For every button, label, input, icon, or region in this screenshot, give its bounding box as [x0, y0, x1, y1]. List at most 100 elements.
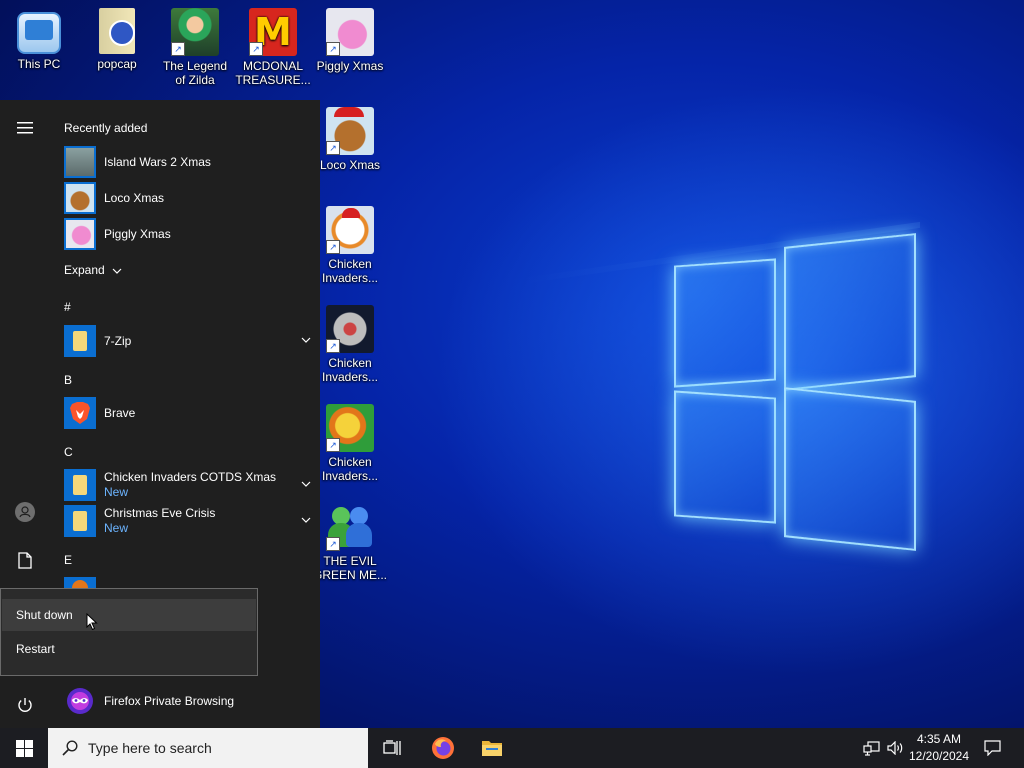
game-icon: ↗: [171, 8, 219, 56]
clock-date: 12/20/2024: [908, 749, 970, 763]
search-icon: [62, 740, 78, 756]
loco-xmas-icon: [64, 182, 96, 214]
shortcut-arrow-icon: ↗: [326, 438, 340, 452]
chevron-down-icon[interactable]: [300, 514, 312, 526]
chevron-down-icon: [112, 268, 122, 274]
desktop-icon-evil-green-me[interactable]: ↗ THE EVIL GREEN ME...: [312, 503, 388, 582]
app-item-label: Chicken Invaders COTDS Xmas: [104, 470, 277, 484]
game-icon: ↗: [326, 305, 374, 353]
desktop-icon-label: Piggly Xmas: [316, 59, 384, 73]
desktop-icon-label: Chicken Invaders...: [321, 257, 379, 285]
task-view-icon: [383, 740, 401, 755]
piggly-xmas-icon: [64, 218, 96, 250]
firefox-taskbar-button[interactable]: [422, 728, 464, 768]
app-item-label: Island Wars 2 Xmas: [104, 154, 211, 169]
taskbar-clock[interactable]: 4:35 AM 12/20/2024: [904, 731, 974, 765]
folder-icon: [64, 505, 96, 537]
desktop-icon-chicken-invaders-1[interactable]: ↗ Chicken Invaders...: [312, 206, 388, 285]
folder-icon: [64, 325, 96, 357]
user-account-button[interactable]: [0, 492, 50, 532]
app-item-label: Piggly Xmas: [104, 226, 171, 241]
chevron-down-icon[interactable]: [300, 334, 312, 346]
action-center-button[interactable]: [978, 728, 1006, 768]
game-icon: ↗: [326, 206, 374, 254]
new-badge: New: [104, 521, 129, 535]
network-icon: [862, 740, 880, 756]
shortcut-arrow-icon: ↗: [326, 141, 340, 155]
shortcut-arrow-icon: ↗: [326, 537, 340, 551]
shortcut-arrow-icon: ↗: [326, 240, 340, 254]
app-item-chicken-invaders-cotds[interactable]: Chicken Invaders COTDS Xmas New: [64, 468, 311, 502]
shortcut-arrow-icon: ↗: [326, 42, 340, 56]
island-wars-icon: [64, 146, 96, 178]
desktop-icon-label: THE EVIL GREEN ME...: [312, 554, 387, 582]
desktop-icon-legend-of-zilda[interactable]: ↗ The Legend of Zilda: [157, 8, 233, 87]
file-explorer-button[interactable]: [472, 728, 512, 768]
section-header-c[interactable]: C: [64, 445, 73, 459]
desktop-icon-label: Chicken Invaders...: [321, 455, 379, 483]
desktop-icon-loco-xmas[interactable]: ↗ Loco Xmas: [312, 107, 388, 172]
game-icon: ↗: [326, 107, 374, 155]
app-item-7zip[interactable]: 7-Zip: [64, 324, 311, 358]
shutdown-menu-item[interactable]: Shut down: [2, 599, 256, 631]
documents-button[interactable]: [0, 540, 50, 580]
app-item-label: Brave: [104, 405, 136, 420]
desktop-icon-label: Loco Xmas: [319, 158, 381, 172]
user-avatar-icon: [15, 502, 35, 522]
app-item-label: Christmas Eve Crisis: [104, 506, 216, 520]
taskbar-search-box[interactable]: [48, 728, 368, 768]
section-header-b[interactable]: B: [64, 373, 72, 387]
desktop-icon-popcap[interactable]: popcap: [79, 8, 155, 71]
firefox-icon: [432, 737, 454, 759]
app-item-firefox-private[interactable]: Firefox Private Browsing: [64, 684, 304, 718]
recently-added-heading: Recently added: [64, 121, 148, 135]
search-input[interactable]: [88, 740, 348, 756]
taskbar: 4:35 AM 12/20/2024: [0, 728, 1024, 768]
power-icon: [18, 698, 32, 712]
power-options-flyout: Shut down Restart: [0, 588, 258, 676]
desktop-icon-label: popcap: [97, 57, 137, 71]
task-view-button[interactable]: [372, 728, 412, 768]
volume-tray-button[interactable]: [884, 728, 906, 768]
network-tray-icon-button[interactable]: [860, 728, 882, 768]
app-item-piggly-xmas[interactable]: Piggly Xmas: [64, 217, 304, 251]
monitor-icon: [17, 12, 61, 54]
desktop-icon-mcdonal-treasure[interactable]: M ↗ MCDONAL TREASURE...: [235, 8, 311, 87]
desktop-icon-piggly-xmas[interactable]: ↗ Piggly Xmas: [312, 8, 388, 73]
desktop-icon-label: The Legend of Zilda: [162, 59, 228, 87]
section-header-e[interactable]: E: [64, 553, 72, 567]
power-button[interactable]: [0, 685, 50, 725]
app-item-label: Firefox Private Browsing: [104, 693, 235, 708]
game-icon: ↗: [326, 8, 374, 56]
game-icon: M ↗: [249, 8, 297, 56]
shortcut-arrow-icon: ↗: [326, 339, 340, 353]
app-item-brave[interactable]: Brave: [64, 396, 304, 430]
desktop-icon-chicken-invaders-2[interactable]: ↗ Chicken Invaders...: [312, 305, 388, 384]
app-item-christmas-eve-crisis[interactable]: Christmas Eve Crisis New: [64, 504, 311, 538]
desktop-icon-this-pc[interactable]: This PC: [1, 8, 77, 71]
shortcut-arrow-icon: ↗: [249, 42, 263, 56]
app-item-loco-xmas[interactable]: Loco Xmas: [64, 181, 304, 215]
start-button[interactable]: [0, 728, 48, 768]
desktop-icon-chicken-invaders-3[interactable]: ↗ Chicken Invaders...: [312, 404, 388, 483]
file-explorer-icon: [482, 741, 502, 756]
app-item-island-wars[interactable]: Island Wars 2 Xmas: [64, 145, 304, 179]
mouse-cursor-icon: [86, 613, 98, 631]
desktop-icon-label: Chicken Invaders...: [321, 356, 379, 384]
volume-icon: [886, 741, 902, 755]
expand-label: Expand: [64, 263, 105, 277]
brave-icon: [64, 397, 96, 429]
chevron-down-icon[interactable]: [300, 478, 312, 490]
section-header-hash[interactable]: #: [64, 300, 71, 314]
hamburger-menu-button[interactable]: [0, 108, 50, 148]
firefox-private-icon: [64, 685, 96, 717]
restart-menu-item[interactable]: Restart: [2, 633, 256, 665]
windows-logo-icon: [15, 739, 33, 757]
document-icon: [18, 551, 32, 569]
shortcut-arrow-icon: ↗: [171, 42, 185, 56]
hamburger-icon: [17, 122, 33, 134]
messenger-icon: ↗: [326, 503, 374, 551]
app-item-label: 7-Zip: [104, 333, 132, 348]
expand-button[interactable]: Expand: [64, 263, 122, 277]
app-item-label: Loco Xmas: [104, 190, 165, 205]
